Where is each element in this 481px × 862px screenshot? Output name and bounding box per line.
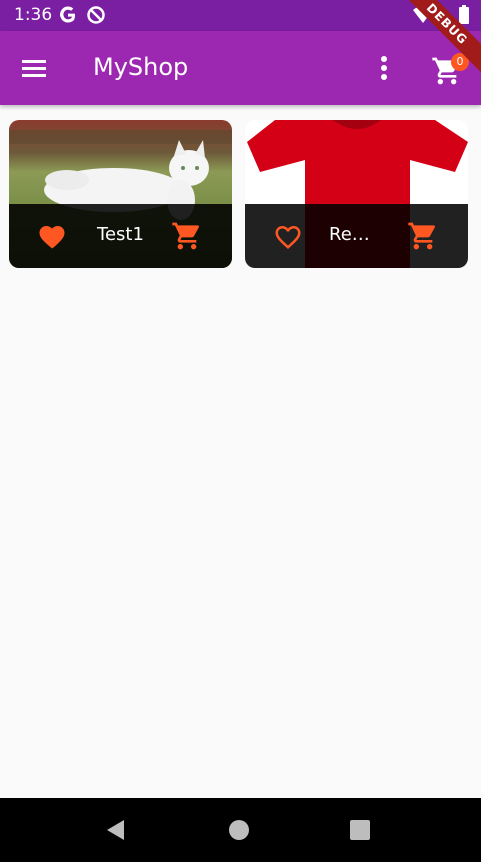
google-g-icon (60, 6, 75, 23)
data-saver-icon (87, 6, 105, 24)
product-tile[interactable]: Test1 (9, 120, 232, 268)
app-title: MyShop (93, 53, 189, 81)
cart-button[interactable]: 0 (431, 51, 469, 87)
menu-icon[interactable] (20, 55, 48, 81)
add-to-cart-icon[interactable] (171, 220, 203, 252)
system-nav-bar (0, 798, 481, 862)
more-vert-icon[interactable] (374, 53, 394, 83)
favorite-icon[interactable] (37, 222, 67, 250)
status-time: 1:36 (14, 5, 53, 25)
product-footer: Test1 (9, 204, 232, 268)
product-title: Test1 (97, 224, 144, 245)
status-bar: 1:36 (0, 0, 481, 31)
recents-icon[interactable] (348, 818, 372, 842)
back-icon[interactable] (104, 818, 128, 842)
home-icon[interactable] (227, 818, 251, 842)
favorite-border-icon[interactable] (273, 222, 303, 250)
product-tile[interactable]: Red Shirt (245, 120, 468, 268)
app-bar: MyShop 0 (0, 31, 481, 105)
product-title: Red Shirt (329, 224, 381, 245)
product-footer: Red Shirt (245, 204, 468, 268)
add-to-cart-icon[interactable] (407, 220, 439, 252)
